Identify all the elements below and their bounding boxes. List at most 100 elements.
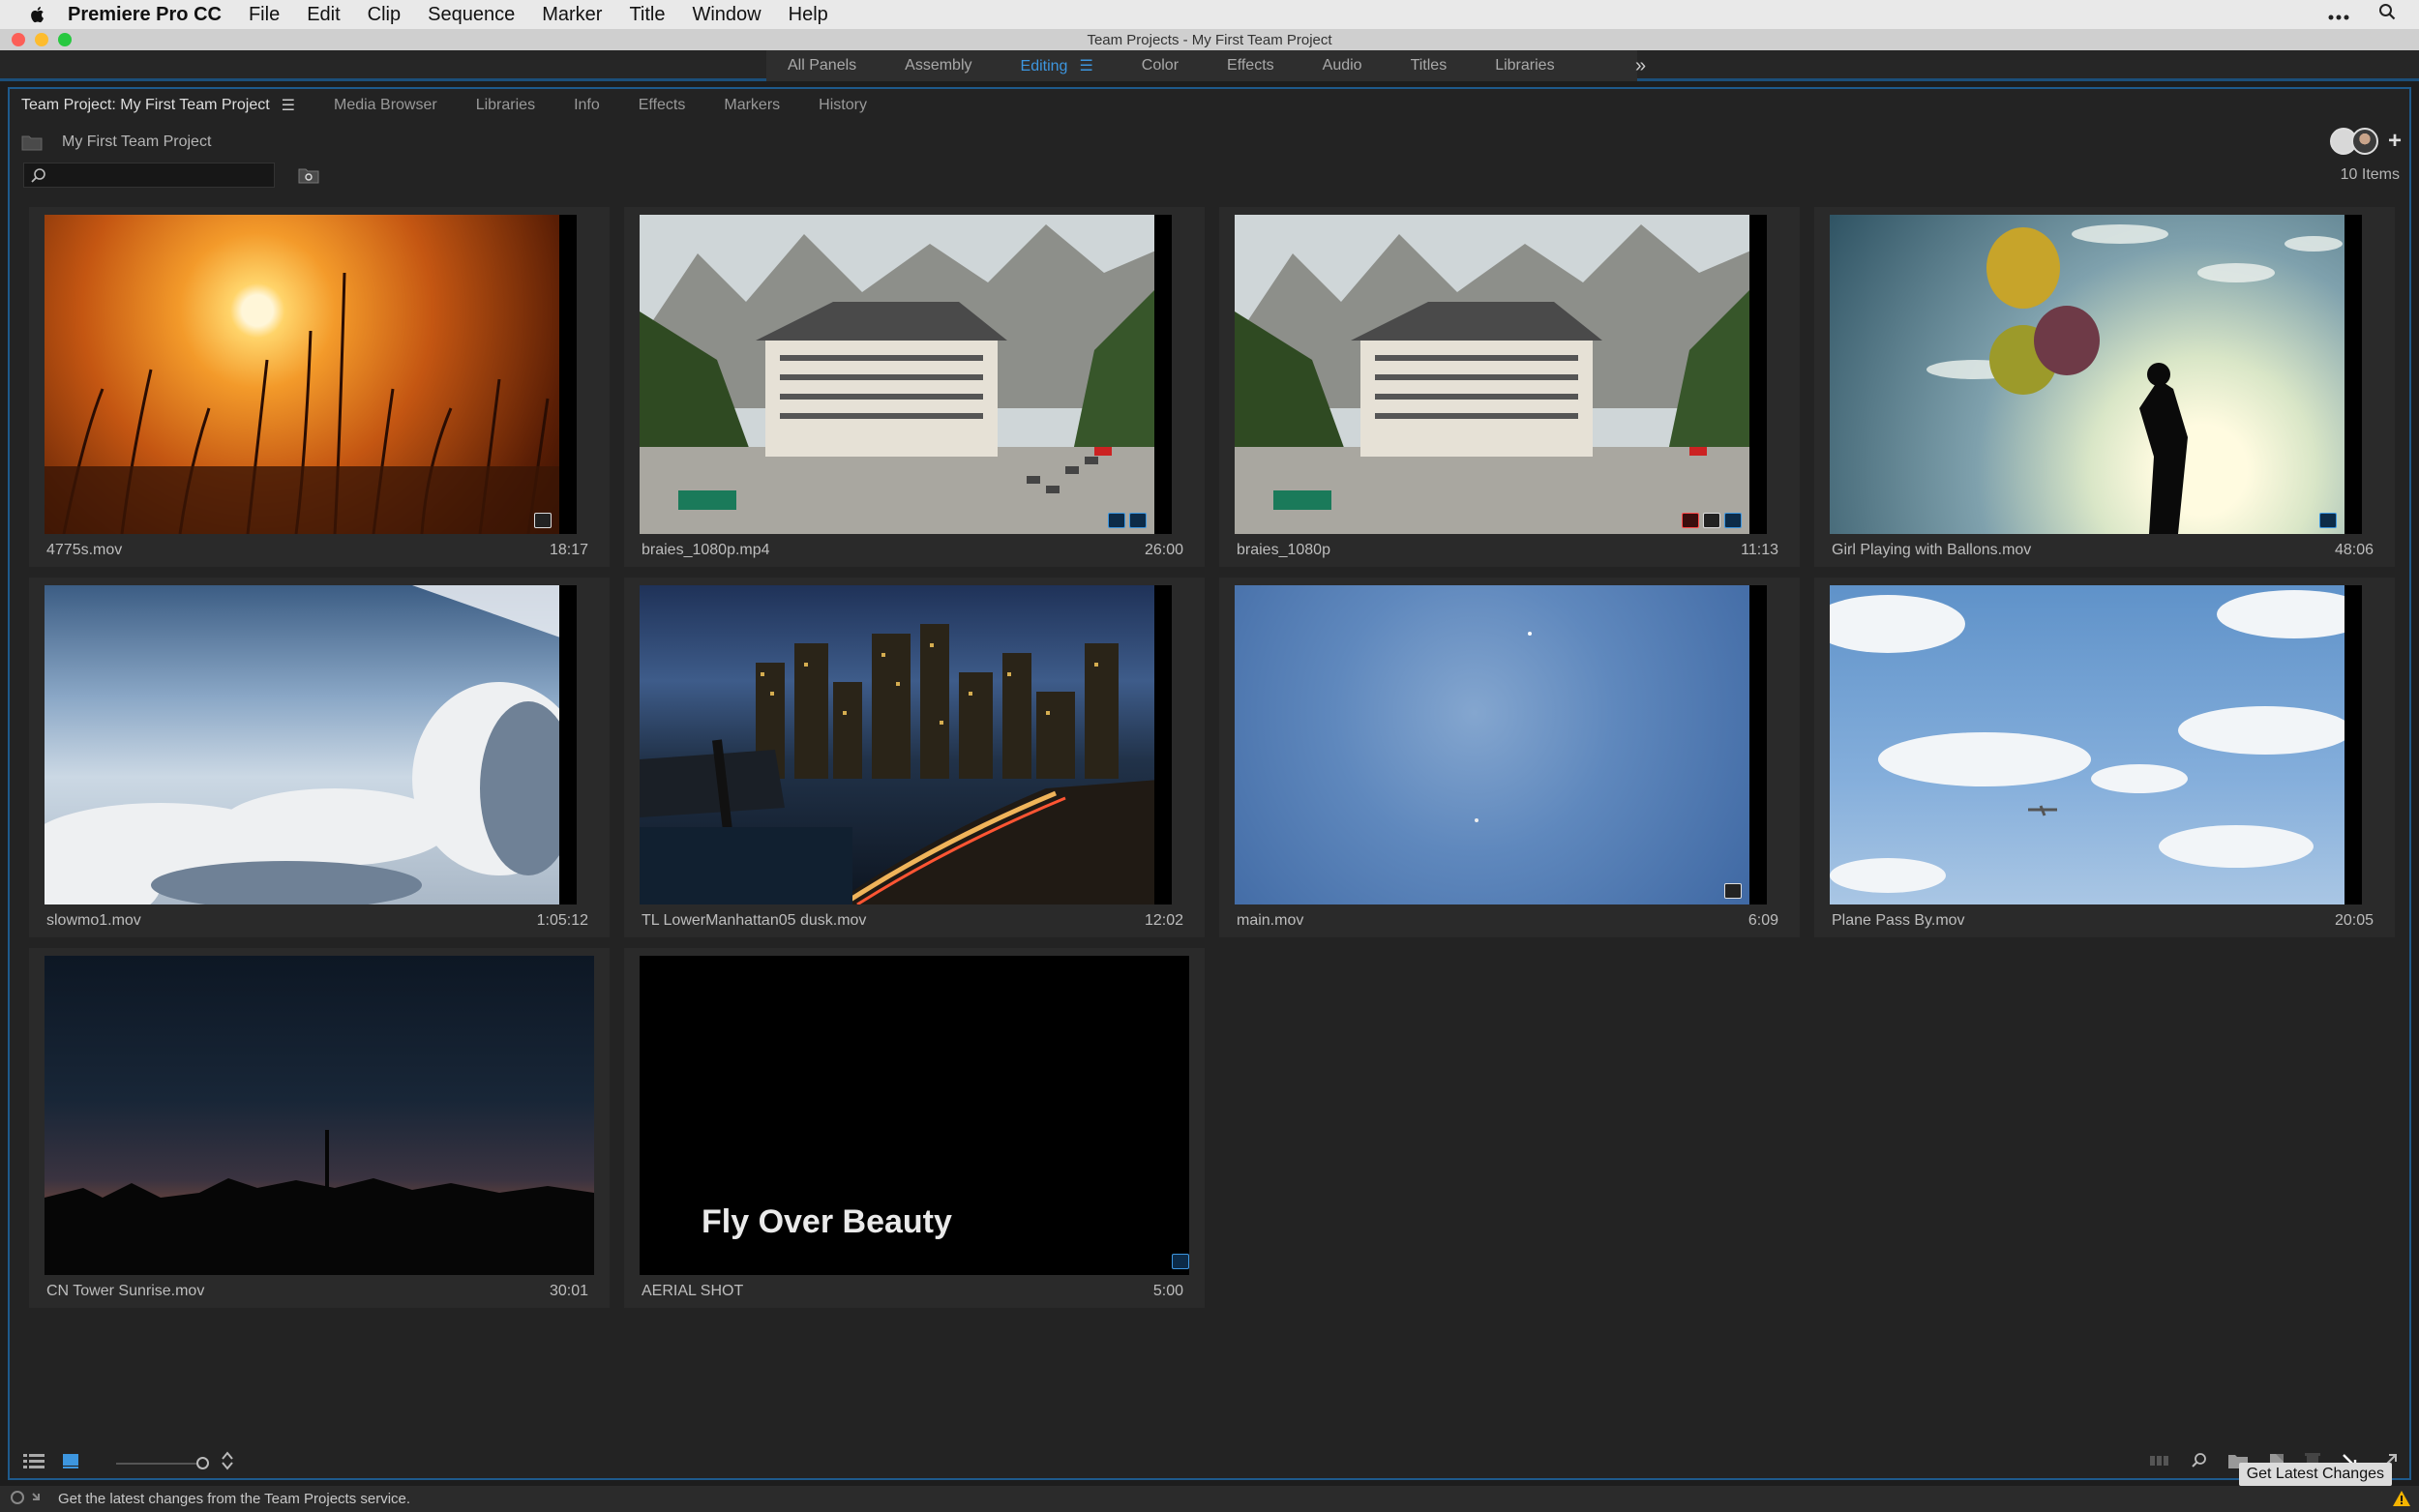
clip-card-girl-balloons[interactable]: Girl Playing with Ballons.mov 48:06 [1814, 207, 2395, 567]
tab-history[interactable]: History [799, 89, 886, 122]
menu-file[interactable]: File [249, 4, 280, 26]
project-name: My First Team Project [62, 133, 212, 150]
clip-thumbnail[interactable] [1235, 215, 1767, 534]
clip-card-aerial-shot[interactable]: Fly Over Beauty AERIAL SHOT 5:00 [624, 948, 1205, 1308]
project-folder-icon[interactable] [21, 133, 43, 151]
status-bar: Get the latest changes from the Team Pro… [0, 1486, 2419, 1512]
clip-name[interactable]: slowmo1.mov [46, 912, 141, 930]
proxy-icon [2319, 513, 2337, 528]
clip-name[interactable]: main.mov [1237, 912, 1303, 930]
automate-to-sequence-icon[interactable] [2150, 1454, 2171, 1472]
clip-thumbnail[interactable] [1235, 585, 1767, 904]
linked-clip-icon [1724, 513, 1742, 528]
more-dots-icon[interactable] [2328, 4, 2349, 26]
clip-thumbnail[interactable] [45, 956, 594, 1275]
linked-clip-icon [534, 513, 552, 528]
collaborators: + [2329, 128, 2402, 155]
clip-name[interactable]: Plane Pass By.mov [1832, 912, 1965, 930]
clip-card-main[interactable]: main.mov 6:09 [1219, 578, 1800, 937]
search-row [23, 163, 319, 188]
tab-team-project-label: Team Project: My First Team Project [21, 97, 270, 113]
tab-effects[interactable]: Effects [619, 89, 705, 122]
clip-duration: 48:06 [2334, 542, 2374, 558]
team-projects-status-icon[interactable] [10, 1490, 45, 1509]
close-window-button[interactable] [12, 33, 25, 46]
warning-icon[interactable] [2392, 1490, 2411, 1511]
tab-libraries[interactable]: Libraries [457, 89, 554, 122]
clip-thumbnail[interactable] [640, 585, 1172, 904]
tab-media-browser[interactable]: Media Browser [314, 89, 457, 122]
clip-card-slowmo1[interactable]: slowmo1.mov 1:05:12 [29, 578, 610, 937]
clip-card-cn-tower[interactable]: CN Tower Sunrise.mov 30:01 [29, 948, 610, 1308]
window-title: Team Projects - My First Team Project [1087, 31, 1332, 48]
minimize-window-button[interactable] [35, 33, 48, 46]
workspace-titles[interactable]: Titles [1389, 57, 1475, 74]
zoom-slider[interactable] [116, 1456, 209, 1469]
clip-card-plane-pass[interactable]: Plane Pass By.mov 20:05 [1814, 578, 2395, 937]
menu-window[interactable]: Window [692, 4, 761, 26]
clip-card-braies-mp4[interactable]: braies_1080p.mp4 26:00 [624, 207, 1205, 567]
workspace-all-panels[interactable]: All Panels [766, 57, 883, 74]
workspace-effects[interactable]: Effects [1206, 57, 1301, 74]
edit-icon [1703, 513, 1720, 528]
menu-marker[interactable]: Marker [542, 4, 602, 26]
item-count: 10 Items [2340, 166, 2400, 183]
menu-clip[interactable]: Clip [368, 4, 401, 26]
clip-name[interactable]: AERIAL SHOT [642, 1283, 743, 1300]
workspace-bar: All Panels Assembly Editing ☰ Color Effec… [0, 50, 2419, 81]
menu-sequence[interactable]: Sequence [428, 4, 515, 26]
clip-duration: 6:09 [1747, 912, 1778, 929]
zoom-slider-knob[interactable] [196, 1456, 209, 1469]
title-graphic-text: Fly Over Beauty [702, 1203, 952, 1240]
effect-icon [1682, 513, 1699, 528]
sort-icons-icon[interactable] [221, 1451, 234, 1475]
linked-clip-icon [1724, 883, 1742, 899]
new-search-bin-icon[interactable] [298, 166, 319, 184]
workspace-assembly[interactable]: Assembly [883, 57, 999, 74]
clip-thumbnail[interactable] [45, 215, 577, 534]
find-icon[interactable] [2191, 1452, 2208, 1474]
clip-thumbnail[interactable] [1830, 215, 2362, 534]
menu-help[interactable]: Help [789, 4, 828, 26]
menu-title[interactable]: Title [629, 4, 665, 26]
icon-view-icon[interactable] [62, 1453, 79, 1473]
workspace-color[interactable]: Color [1120, 57, 1206, 74]
tab-team-project[interactable]: Team Project: My First Team Project ☰ [10, 89, 314, 122]
clip-name[interactable]: braies_1080p.mp4 [642, 542, 770, 559]
clip-thumbnail[interactable] [45, 585, 577, 904]
clip-card-braies[interactable]: braies_1080p 11:13 [1219, 207, 1800, 567]
clip-thumbnail[interactable] [1830, 585, 2362, 904]
spotlight-search-icon[interactable] [2378, 3, 2396, 26]
workspace-editing-label: Editing [1020, 58, 1068, 74]
workspace-libraries[interactable]: Libraries [1474, 57, 1581, 74]
clip-card-4775s[interactable]: 4775s.mov 18:17 [29, 207, 610, 567]
clip-duration: 12:02 [1144, 912, 1183, 929]
workspace-menu-icon[interactable]: ☰ [1079, 58, 1092, 74]
linked-clip-icon [1129, 513, 1147, 528]
list-view-icon[interactable] [23, 1453, 45, 1473]
menu-edit[interactable]: Edit [307, 4, 340, 26]
tab-markers[interactable]: Markers [704, 89, 799, 122]
apple-icon[interactable] [23, 5, 52, 24]
clip-thumbnail[interactable]: Fly Over Beauty [640, 956, 1189, 1275]
clip-name[interactable]: 4775s.mov [46, 542, 122, 559]
clip-card-lower-manhattan[interactable]: TL LowerManhattan05 dusk.mov 12:02 [624, 578, 1205, 937]
clip-name[interactable]: CN Tower Sunrise.mov [46, 1283, 204, 1300]
app-name-menu[interactable]: Premiere Pro CC [68, 4, 222, 26]
clip-name[interactable]: Girl Playing with Ballons.mov [1832, 542, 2031, 559]
panel-menu-icon[interactable]: ☰ [282, 96, 295, 115]
tab-info[interactable]: Info [554, 89, 619, 122]
zoom-window-button[interactable] [58, 33, 72, 46]
search-box [23, 163, 275, 188]
more-workspaces-icon[interactable]: » [1635, 50, 1646, 81]
add-collaborator-icon[interactable]: + [2388, 128, 2402, 155]
clip-name[interactable]: TL LowerManhattan05 dusk.mov [642, 912, 866, 930]
clip-name[interactable]: braies_1080p [1237, 542, 1330, 559]
search-input[interactable] [24, 163, 274, 187]
clip-thumbnail[interactable] [640, 215, 1172, 534]
clip-duration: 30:01 [549, 1283, 588, 1299]
avatar[interactable] [2350, 128, 2378, 155]
project-breadcrumb: My First Team Project [21, 130, 211, 155]
workspace-editing[interactable]: Editing ☰ [1000, 56, 1120, 75]
workspace-audio[interactable]: Audio [1301, 57, 1389, 74]
